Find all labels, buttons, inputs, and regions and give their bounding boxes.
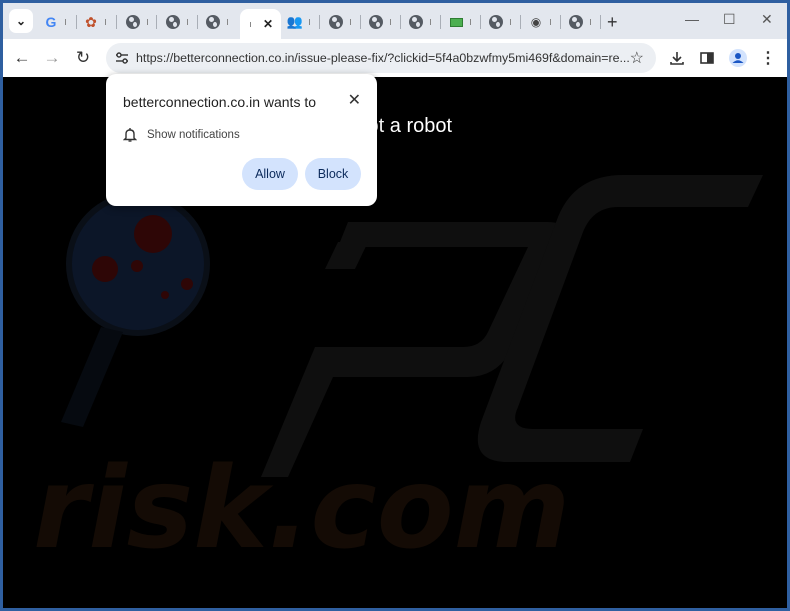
close-icon[interactable]: ✕ [348,90,361,110]
laptop-icon [448,14,464,30]
reload-button[interactable]: ↻ [72,47,94,69]
chevron-down-icon: ⌄ [15,14,27,28]
google-icon: G [45,14,57,30]
browser-window: ⌄ G ✿ ✕ 👥 ◉ + — ☐ ✕ ← → ↻ https://better… [3,3,787,608]
permission-label: Show notifications [147,129,240,141]
block-button[interactable]: Block [305,158,361,190]
browser-toolbar: ← → ↻ https://betterconnection.co.in/iss… [3,39,787,77]
tab[interactable]: 👥 [287,9,312,35]
allow-button[interactable]: Allow [242,158,298,190]
tab-strip: ⌄ G ✿ ✕ 👥 ◉ + — ☐ ✕ [3,3,787,39]
globe-icon [368,14,384,30]
tab[interactable] [125,9,150,35]
permission-row: Show notifications [123,127,240,143]
site-info-icon[interactable] [115,51,129,65]
new-tab-button[interactable]: + [607,12,618,33]
tab[interactable] [328,9,353,35]
globe-icon [568,14,584,30]
popup-title: betterconnection.co.in wants to [123,94,317,110]
tab-search-button[interactable]: ⌄ [9,9,33,33]
tab[interactable] [368,9,393,35]
globe-icon [408,14,424,30]
close-window-button[interactable]: ✕ [761,11,773,28]
minimize-button[interactable]: — [685,11,699,27]
download-icon[interactable] [667,48,687,68]
globe-icon [165,14,181,30]
magnifier-logo-icon [61,192,210,427]
tab[interactable] [165,9,190,35]
notification-permission-popup: betterconnection.co.in wants to ✕ Show n… [106,74,377,206]
people-icon: 👥 [286,14,304,29]
tab[interactable] [448,9,473,35]
risk-com-text: risk.com [33,444,570,574]
maximize-button[interactable]: ☐ [723,11,736,28]
globe-icon [205,14,221,30]
tab[interactable] [205,9,230,35]
tab[interactable] [568,9,593,35]
close-tab-icon[interactable]: ✕ [263,17,273,31]
tab-active[interactable]: ✕ [240,9,282,39]
side-panel-icon[interactable] [697,48,717,68]
profile-avatar-icon[interactable] [728,48,748,68]
tab[interactable] [488,9,513,35]
menu-icon[interactable]: ⋮ [758,48,778,68]
colorful-favicon-icon: ✿ [85,13,97,30]
globe-icon [488,14,504,30]
tab[interactable]: ◉ [528,9,553,35]
globe-icon [125,14,141,30]
bell-icon [123,128,137,142]
tab[interactable]: ✿ [83,9,108,35]
back-button[interactable]: ← [11,47,33,69]
bookmark-star-icon[interactable]: ☆ [630,48,644,68]
address-bar[interactable]: https://betterconnection.co.in/issue-ple… [106,43,656,73]
forward-button[interactable]: → [41,47,63,69]
globe-icon [328,14,344,30]
url-text[interactable]: https://betterconnection.co.in/issue-ple… [136,51,630,65]
tab[interactable]: G [43,9,68,35]
tab[interactable] [408,9,433,35]
satellite-icon: ◉ [530,15,542,29]
pc-letters [261,175,763,477]
